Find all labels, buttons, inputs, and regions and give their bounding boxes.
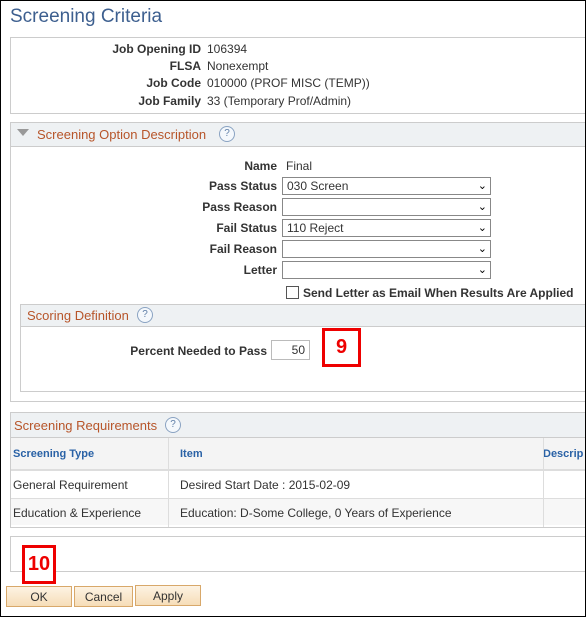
flsa-value: Nonexempt (207, 59, 269, 73)
job-family-value: 33 (Temporary Prof/Admin) (207, 94, 352, 108)
scoring-definition-title: Scoring Definition (27, 308, 129, 323)
letter-select[interactable]: ⌄ (282, 261, 491, 279)
screening-option-header[interactable]: Screening Option Description ? (11, 123, 585, 147)
table-row: Education & Experience Education: D-Some… (11, 499, 585, 525)
chevron-down-icon: ⌄ (477, 264, 487, 276)
chevron-down-icon: ⌄ (477, 243, 487, 255)
cell-screening-type: Education & Experience (13, 506, 142, 520)
scoring-definition-section: Scoring Definition ? Percent Needed to P… (20, 304, 585, 392)
cell-screening-type: General Requirement (13, 478, 128, 492)
pass-status-value: 030 Screen (287, 179, 349, 193)
send-email-checkbox[interactable] (286, 286, 299, 299)
ok-button[interactable]: OK (6, 586, 72, 607)
screening-requirements-header: Screening Requirements ? (11, 413, 585, 438)
name-label: Name (244, 159, 277, 173)
fail-status-value: 110 Reject (287, 221, 344, 235)
fail-status-select[interactable]: 110 Reject ⌄ (282, 219, 491, 237)
table-header-row: Screening Type Item Descrip (11, 438, 585, 471)
pass-reason-label: Pass Reason (202, 200, 277, 214)
job-info-box: Job Opening ID 106394 FLSA Nonexempt Job… (10, 37, 585, 114)
job-code-label: Job Code (146, 76, 201, 90)
cancel-button[interactable]: Cancel (74, 586, 133, 607)
pass-status-select[interactable]: 030 Screen ⌄ (282, 177, 491, 195)
step-9-callout: 9 (322, 328, 361, 367)
column-divider (168, 438, 169, 527)
help-icon[interactable]: ? (219, 126, 235, 142)
empty-box (10, 536, 585, 572)
job-opening-id-label: Job Opening ID (112, 42, 201, 56)
column-header-screening-type[interactable]: Screening Type (13, 448, 94, 460)
table-row: General Requirement Desired Start Date :… (11, 471, 585, 499)
send-email-label: Send Letter as Email When Results Are Ap… (303, 286, 574, 300)
screening-criteria-page: Screening Criteria Job Opening ID 106394… (0, 0, 586, 617)
column-divider (543, 438, 544, 527)
fail-reason-label: Fail Reason (209, 242, 277, 256)
chevron-down-icon: ⌄ (477, 180, 487, 192)
cell-item: Education: D-Some College, 0 Years of Ex… (180, 506, 452, 520)
apply-button[interactable]: Apply (135, 585, 201, 606)
column-header-description[interactable]: Descrip (543, 448, 583, 460)
cell-item: Desired Start Date : 2015-02-09 (180, 478, 351, 492)
help-icon[interactable]: ? (137, 307, 153, 323)
scoring-definition-header: Scoring Definition ? (21, 305, 585, 327)
chevron-down-icon: ⌄ (477, 201, 487, 213)
name-value: Final (286, 159, 313, 173)
job-code-value: 010000 (PROF MISC (TEMP)) (207, 76, 370, 90)
job-opening-id-value: 106394 (207, 42, 248, 56)
help-icon[interactable]: ? (165, 417, 181, 433)
letter-label: Letter (243, 263, 277, 277)
screening-requirements-section: Screening Requirements ? Screening Type … (10, 412, 585, 528)
fail-status-label: Fail Status (216, 221, 277, 235)
percent-needed-input[interactable]: 50 (271, 340, 310, 360)
pass-reason-select[interactable]: ⌄ (282, 198, 491, 216)
fail-reason-select[interactable]: ⌄ (282, 240, 491, 258)
screening-option-title: Screening Option Description (37, 127, 207, 142)
chevron-down-icon: ⌄ (477, 222, 487, 234)
column-header-item[interactable]: Item (180, 448, 203, 460)
pass-status-label: Pass Status (208, 179, 277, 193)
flsa-label: FLSA (169, 59, 201, 73)
collapse-triangle-icon[interactable] (17, 129, 29, 136)
page-title: Screening Criteria (10, 6, 163, 27)
screening-option-section: Screening Option Description ? Name Fina… (10, 122, 585, 402)
screening-requirements-title: Screening Requirements (14, 418, 158, 433)
step-10-callout: 10 (22, 545, 56, 584)
job-family-label: Job Family (138, 94, 201, 108)
percent-needed-label: Percent Needed to Pass (130, 344, 267, 358)
